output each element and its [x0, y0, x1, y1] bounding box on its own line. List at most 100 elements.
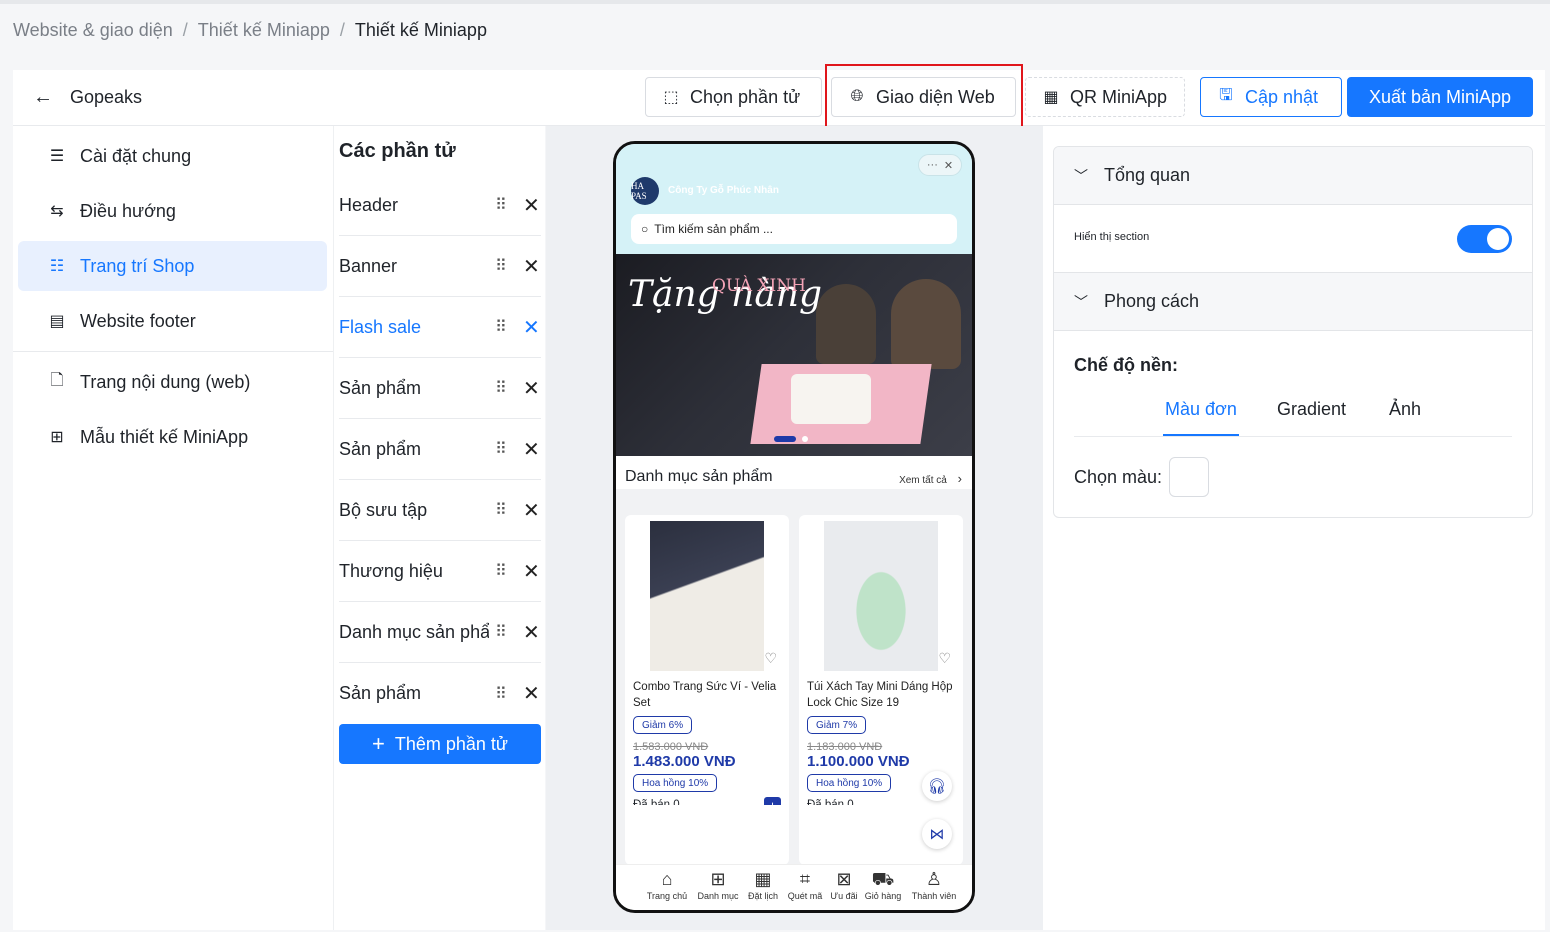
banner-bag	[791, 374, 871, 424]
show-section-toggle[interactable]	[1457, 225, 1512, 253]
element-row-collection[interactable]: Bộ sưu tập ⠿ ✕	[339, 480, 541, 541]
shop-title: Công Ty Gỗ Phúc Nhân	[668, 185, 779, 196]
drag-handle-icon[interactable]: ⠿	[495, 317, 507, 337]
sidebar-item-miniapp-templates[interactable]: ⊞ Mẫu thiết kế MiniApp	[18, 412, 327, 462]
element-row-brand[interactable]: Thương hiệu ⠿ ✕	[339, 541, 541, 602]
product-card[interactable]: ♡ Combo Trang Sức Ví - Velia Set Giảm 6%…	[625, 515, 789, 821]
product-name: Combo Trang Sức Ví - Velia Set	[633, 681, 777, 709]
drag-handle-icon[interactable]: ⠿	[495, 439, 507, 459]
sidebar-item-label: Trang trí Shop	[80, 255, 195, 276]
old-price: 1.583.000 VNĐ	[633, 741, 709, 753]
back-arrow-icon[interactable]: ←	[33, 86, 53, 109]
discount-badge: Giảm 7%	[807, 716, 867, 734]
carousel-dots[interactable]	[774, 436, 808, 442]
heart-icon[interactable]: ♡	[938, 650, 951, 667]
share-icon[interactable]: ⋈	[922, 819, 952, 849]
element-row-header[interactable]: Header ⠿ ✕	[339, 175, 541, 236]
shop-name: Gopeaks	[70, 87, 143, 107]
tab-cart[interactable]: ⛟ Giỏ hàng	[854, 869, 912, 901]
drag-handle-icon[interactable]: ⠿	[495, 622, 507, 642]
tab-gradient[interactable]: Gradient	[1277, 399, 1346, 420]
update-label: Cập nhật	[1245, 86, 1319, 107]
sidebar-item-website-footer[interactable]: ▤ Website footer	[18, 296, 327, 346]
breadcrumb-separator: /	[339, 20, 345, 40]
color-swatch[interactable]	[1169, 457, 1209, 497]
element-label: Header	[339, 194, 399, 215]
element-row-products[interactable]: Sản phẩm ⠿ ✕	[339, 419, 541, 480]
qr-miniapp-button[interactable]: ▦ QR MiniApp	[1025, 77, 1185, 117]
element-label: Bộ sưu tập	[339, 499, 428, 520]
publish-label: Xuất bản MiniApp	[1368, 86, 1512, 107]
close-icon[interactable]: ✕	[944, 159, 953, 172]
product-search-input[interactable]: ○ Tìm kiếm sản phẩm ...	[631, 214, 957, 244]
element-row-banner[interactable]: Banner ⠿ ✕	[339, 236, 541, 297]
breadcrumb-item[interactable]: Website & giao diện	[13, 20, 173, 41]
web-ui-button[interactable]: 🌐︎ Giao diện Web	[831, 77, 1016, 117]
carousel-dot-active[interactable]	[774, 436, 796, 442]
drag-handle-icon[interactable]: ⠿	[495, 684, 507, 704]
drag-handle-icon[interactable]: ⠿	[495, 256, 507, 276]
close-icon[interactable]: ✕	[523, 254, 540, 279]
miniapp-header[interactable]: ··· ✕ HA PAS Công Ty Gỗ Phúc Nhân ○ Tìm k…	[616, 144, 972, 254]
see-all-link[interactable]: Xem tất cả ›	[899, 471, 962, 486]
add-element-button[interactable]: + Thêm phần tử	[339, 724, 541, 764]
preview-canvas: ··· ✕ HA PAS Công Ty Gỗ Phúc Nhân ○ Tìm k…	[546, 126, 1043, 930]
promo-banner[interactable]: Tặng nàng QUÀ XINH	[616, 254, 972, 456]
element-label: Banner	[339, 255, 398, 276]
close-icon[interactable]: ✕	[523, 620, 540, 645]
drag-handle-icon[interactable]: ⠿	[495, 195, 507, 215]
phone-preview: ··· ✕ HA PAS Công Ty Gỗ Phúc Nhân ○ Tìm k…	[613, 141, 975, 913]
carousel-dot[interactable]	[802, 436, 808, 442]
sidebar-item-content-pages[interactable]: 🗋︎ Trang nội dung (web)	[18, 357, 327, 407]
commission-badge: Hoa hồng 10%	[633, 774, 718, 792]
close-icon[interactable]: ✕	[523, 315, 540, 340]
update-button[interactable]: 🖫︎ Cập nhật	[1200, 77, 1342, 117]
element-row-products[interactable]: Sản phẩm ⠿ ✕	[339, 663, 541, 724]
pick-color-label: Chọn màu:	[1074, 467, 1163, 487]
overview-section-header[interactable]: ﹀ Tổng quan	[1054, 147, 1532, 205]
drag-handle-icon[interactable]: ⠿	[495, 500, 507, 520]
tab-member[interactable]: ♙ Thành viên	[905, 869, 963, 901]
select-element-button[interactable]: ⬚ Chọn phần tử	[645, 77, 822, 117]
element-row-products[interactable]: Sản phẩm ⠿ ✕	[339, 358, 541, 419]
close-icon[interactable]: ✕	[523, 681, 540, 706]
see-all-label: Xem tất cả	[899, 475, 947, 486]
style-section-header[interactable]: ﹀ Phong cách	[1054, 273, 1532, 331]
element-label: Danh mục sản phẩm	[339, 621, 489, 642]
product-card[interactable]	[625, 805, 789, 865]
miniapp-capsule[interactable]: ··· ✕	[918, 154, 962, 176]
close-icon[interactable]: ✕	[523, 498, 540, 523]
home-icon: ⌂	[661, 869, 673, 889]
element-row-product-category[interactable]: Danh mục sản phẩm ⠿ ✕	[339, 602, 541, 663]
close-icon[interactable]: ✕	[523, 193, 540, 218]
category-title: Danh mục sản phẩm	[625, 468, 773, 485]
element-label: Sản phẩm	[339, 438, 422, 459]
element-row-flash-sale[interactable]: Flash sale ⠿ ✕	[339, 297, 541, 358]
file-icon: 🗋︎	[50, 371, 64, 389]
discount-badge: Giảm 6%	[633, 716, 693, 734]
close-icon[interactable]: ✕	[523, 376, 540, 401]
breadcrumb-separator: /	[182, 20, 188, 40]
close-icon[interactable]: ✕	[523, 559, 540, 584]
drag-handle-icon[interactable]: ⠿	[495, 561, 507, 581]
save-icon: 🖫︎	[1219, 86, 1233, 104]
banner-caption: QUÀ XINH	[712, 276, 806, 296]
tab-home[interactable]: ⌂ Trang chủ	[638, 869, 696, 901]
headset-support-icon[interactable]: 🎧︎	[922, 771, 952, 801]
close-icon[interactable]: ✕	[523, 437, 540, 462]
tab-image[interactable]: Ảnh	[1389, 399, 1421, 420]
sidebar-item-general-settings[interactable]: ☰ Cài đặt chung	[18, 131, 327, 181]
grid-icon: ⊞	[50, 429, 64, 446]
cart-icon: ⛟	[871, 869, 895, 889]
sidebar-item-navigation[interactable]: ⇆ Điều hướng	[18, 186, 327, 236]
sidebar-item-shop-decoration[interactable]: ☷ Trang trí Shop	[18, 241, 327, 291]
breadcrumb: Website & giao diện / Thiết kế Miniapp /…	[13, 20, 487, 41]
heart-icon[interactable]: ♡	[764, 650, 777, 667]
breadcrumb-item[interactable]: Thiết kế Miniapp	[198, 20, 330, 41]
drag-handle-icon[interactable]: ⠿	[495, 378, 507, 398]
tab-solid-color[interactable]: Màu đơn	[1163, 399, 1239, 436]
more-icon[interactable]: ···	[927, 159, 938, 171]
tab-label: Giỏ hàng	[864, 891, 902, 901]
publish-miniapp-button[interactable]: Xuất bản MiniApp	[1347, 77, 1533, 117]
miniapp-tab-bar: ⌂ Trang chủ ⊞ Danh mục ▦ Đặt lịch ⌗ Quét mã …	[616, 864, 972, 910]
